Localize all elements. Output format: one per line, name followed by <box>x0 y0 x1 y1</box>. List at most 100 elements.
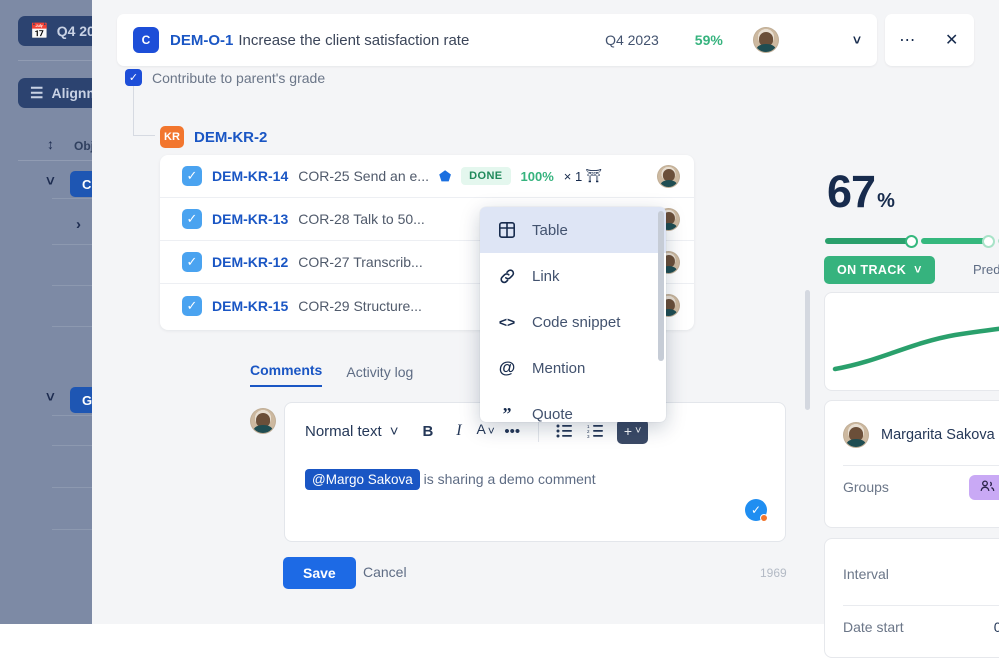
comment-input[interactable]: @Margo Sakova is sharing a demo comment … <box>285 459 785 543</box>
tab-activity-log[interactable]: Activity log <box>346 364 413 387</box>
key-result-key[interactable]: DEM-KR-15 <box>212 298 288 314</box>
progress-percent: 67% <box>825 166 894 218</box>
key-result-text: COR-25 Send an e... <box>298 168 429 184</box>
avatar <box>843 422 869 448</box>
table-row[interactable]: ✓ DEM-KR-14 COR-25 Send an e... ⬟ DONE 1… <box>160 155 694 198</box>
groups-label: Groups <box>843 479 889 495</box>
code-icon: <> <box>498 314 516 330</box>
external-link-icon[interactable]: ⬟ <box>439 168 451 185</box>
chevron-down-icon: ˅ <box>914 263 922 277</box>
key-result-key[interactable]: DEM-KR-13 <box>212 211 288 227</box>
text-style-select[interactable]: Normal text ˅ <box>305 423 398 440</box>
predicted-progress: Predicted 89% i <box>973 262 999 277</box>
contribute-to-parent-row[interactable]: ✓ Contribute to parent's grade <box>125 69 325 86</box>
notification-dot <box>760 514 768 522</box>
weight-value: × 1 <box>564 169 582 184</box>
chevron-down-icon: ˅ <box>46 389 55 406</box>
menu-item-label: Code snippet <box>532 314 620 331</box>
menu-scrollbar[interactable] <box>658 211 664 361</box>
owner-card: Margarita Sakova Groups Marketing <box>824 400 999 528</box>
mention-icon: @ <box>498 358 516 378</box>
chevron-down-icon: ˅ <box>488 424 495 438</box>
date-start-row: Date start 01 Oct 2023 <box>843 606 999 648</box>
group-chip[interactable]: Marketing <box>969 475 999 500</box>
link-icon <box>498 268 516 285</box>
status-badge[interactable]: ON TRACK ˅ <box>824 256 935 284</box>
interval-row: Interval Q4 2023 <box>843 553 999 595</box>
avatar[interactable] <box>657 165 680 188</box>
sort-arrows-icon: ↕ <box>47 136 54 152</box>
quote-icon: ” <box>498 404 516 423</box>
key-result-progress: 100% <box>521 169 554 184</box>
menu-item-label: Link <box>532 268 560 285</box>
key-result-text: COR-28 Talk to 50... <box>298 211 425 227</box>
comment-highlight: demo comment <box>499 471 595 487</box>
owner-row[interactable]: Margarita Sakova <box>843 415 999 455</box>
sparkline-svg <box>825 293 999 390</box>
bold-button[interactable]: B <box>414 418 441 445</box>
progress-segment-1 <box>825 238 916 244</box>
chevron-down-icon: ˅ <box>390 423 399 440</box>
key-result-key[interactable]: DEM-KR-14 <box>212 168 288 184</box>
weight-icon: ⛩ <box>585 168 602 184</box>
key-result-checkbox[interactable]: ✓ <box>182 252 202 272</box>
header-progress: 59% <box>695 32 723 48</box>
progress-marker-predicted <box>982 235 995 248</box>
comment-text: is sharing a <box>420 471 499 487</box>
avatar[interactable] <box>753 27 779 53</box>
modal-header: C DEM-O-1 Increase the client satisfacti… <box>117 14 877 66</box>
status-badge: DONE <box>461 167 510 185</box>
save-button[interactable]: Save <box>283 557 356 589</box>
menu-item-quote[interactable]: ” Quote <box>480 391 666 422</box>
objective-key[interactable]: DEM-O-1 <box>170 32 233 49</box>
key-result-group-key[interactable]: DEM-KR-2 <box>194 129 267 146</box>
mention-chip[interactable]: @Margo Sakova <box>305 469 420 490</box>
interval-label: Interval <box>843 566 889 582</box>
tree-connector <box>133 86 134 136</box>
insert-element-button[interactable]: + ˅ <box>617 419 649 444</box>
people-icon <box>980 480 995 495</box>
avatar <box>250 408 276 434</box>
menu-item-table[interactable]: Table <box>480 207 666 253</box>
calendar-icon: 📅 <box>30 22 49 40</box>
list-icon: ☰ <box>30 84 43 102</box>
key-result-checkbox[interactable]: ✓ <box>182 166 202 186</box>
predicted-label: Predicted <box>973 262 999 277</box>
key-result-key[interactable]: DEM-KR-12 <box>212 254 288 270</box>
menu-item-mention[interactable]: @ Mention <box>480 345 666 391</box>
italic-button[interactable]: I <box>445 418 472 445</box>
objective-title[interactable]: Increase the client satisfaction rate <box>238 32 469 49</box>
groups-row: Groups Marketing <box>843 466 999 508</box>
date-start-label: Date start <box>843 619 904 635</box>
panel-scrollbar[interactable] <box>805 290 810 410</box>
interval-card: Interval Q4 2023 Date start 01 Oct 2023 <box>824 538 999 658</box>
menu-item-label: Mention <box>532 360 585 377</box>
background-divider <box>18 60 98 61</box>
owner-name: Margarita Sakova <box>881 427 995 443</box>
insert-element-menu: Table Link <> Code snippet @ Mention ” Q… <box>480 207 666 422</box>
key-result-checkbox[interactable]: ✓ <box>182 209 202 229</box>
background-company-label: C <box>82 177 91 192</box>
objective-detail-modal: C DEM-O-1 Increase the client satisfacti… <box>92 0 999 624</box>
status-label: ON TRACK <box>837 263 906 277</box>
detail-tabs: Comments Activity log <box>250 362 413 387</box>
key-result-text: COR-27 Transcrib... <box>298 254 422 270</box>
key-result-checkbox[interactable]: ✓ <box>182 296 202 316</box>
contribute-checkbox[interactable]: ✓ <box>125 69 142 86</box>
text-color-button[interactable]: A ˅ <box>476 421 494 441</box>
detail-side-panel: 67% ON TRACK ˅ Predicted 89% i <box>821 0 999 624</box>
cancel-button[interactable]: Cancel <box>363 564 407 580</box>
tree-connector-branch <box>133 135 155 136</box>
date-start-value[interactable]: 01 Oct 2023 <box>994 619 999 635</box>
comment-composer: Normal text ˅ B I A ˅ ••• 123 + ˅ @Marg <box>284 402 786 542</box>
menu-item-link[interactable]: Link <box>480 253 666 299</box>
menu-item-label: Table <box>532 222 568 239</box>
toolbar-divider <box>538 420 539 442</box>
key-result-group-header[interactable]: KR DEM-KR-2 <box>160 126 267 148</box>
tab-comments[interactable]: Comments <box>250 362 322 387</box>
menu-item-code-snippet[interactable]: <> Code snippet <box>480 299 666 345</box>
character-count: 1969 <box>760 566 787 580</box>
chevron-down-icon: ˅ <box>635 425 641 437</box>
key-result-type-badge: KR <box>160 126 184 148</box>
spellcheck-status-icon[interactable]: ✓ <box>745 499 767 521</box>
